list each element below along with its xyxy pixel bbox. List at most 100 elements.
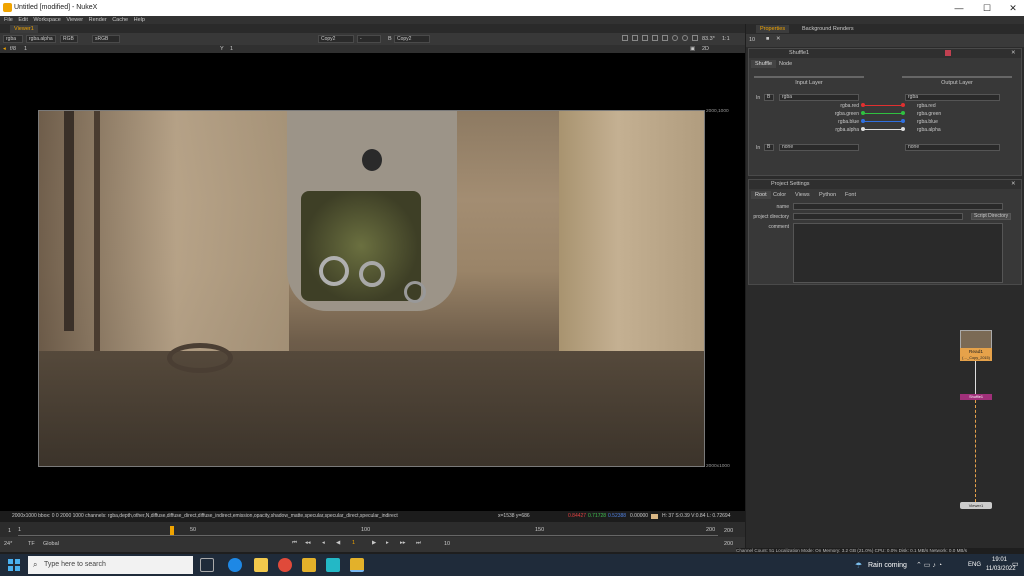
- tab-views[interactable]: Views: [791, 191, 814, 199]
- cache-icon[interactable]: [692, 35, 698, 41]
- camera-icon[interactable]: ▣: [690, 46, 695, 52]
- channel-sub-dropdown[interactable]: rgba.alpha: [26, 35, 56, 43]
- tf-field[interactable]: TF: [28, 541, 35, 547]
- node-color-icon[interactable]: [945, 50, 951, 56]
- file-explorer-icon[interactable]: [254, 558, 268, 572]
- fps-field[interactable]: 24*: [4, 541, 12, 547]
- nukex-active-icon[interactable]: [350, 558, 364, 572]
- wire-alpha[interactable]: [863, 129, 903, 130]
- clock-time[interactable]: 19:01: [992, 557, 1007, 563]
- menu-edit[interactable]: Edit: [18, 17, 27, 23]
- colorspace-dropdown[interactable]: RGB: [60, 35, 78, 43]
- zoom-label[interactable]: 83.3*: [702, 36, 715, 42]
- step-field[interactable]: 10: [444, 541, 450, 547]
- panel-close-icon[interactable]: ✕: [1011, 49, 1016, 58]
- frame-value[interactable]: 1: [24, 46, 27, 52]
- input-b-dropdown[interactable]: Copy2: [394, 35, 430, 43]
- menu-render[interactable]: Render: [89, 17, 107, 23]
- close-button[interactable]: ✕: [1000, 1, 1024, 15]
- in-dot-blue[interactable]: [861, 119, 865, 123]
- in2-layer-dropdown[interactable]: none: [779, 144, 859, 151]
- overlay-icon[interactable]: [652, 35, 658, 41]
- wire-blue[interactable]: [863, 121, 903, 122]
- in2-b-dropdown[interactable]: B: [764, 144, 774, 151]
- nuke-taskbar-icon[interactable]: [302, 558, 316, 572]
- max-panels-field[interactable]: 10: [749, 37, 755, 43]
- in-dot-alpha[interactable]: [861, 127, 865, 131]
- menu-file[interactable]: File: [4, 17, 13, 23]
- out1-layer-dropdown[interactable]: rgba: [905, 94, 1000, 101]
- tab-background-renders[interactable]: Background Renders: [798, 25, 858, 33]
- out-dot-green[interactable]: [901, 111, 905, 115]
- viewer-node[interactable]: Viewer1: [960, 502, 992, 509]
- tab-color[interactable]: Color: [769, 191, 790, 199]
- weather-icon[interactable]: ☂: [855, 561, 862, 570]
- prev-frame-icon[interactable]: ◂: [322, 540, 325, 546]
- name-field[interactable]: [793, 203, 1003, 210]
- tab-root[interactable]: Root: [751, 191, 771, 199]
- timeline-start[interactable]: 1: [8, 528, 11, 534]
- node-graph[interactable]: Read1 (…_Copy_2015) Shuffle1 Viewer1: [746, 290, 1024, 552]
- project-close-icon[interactable]: ✕: [1011, 180, 1016, 189]
- menu-help[interactable]: Help: [134, 17, 145, 23]
- wire-red[interactable]: [863, 105, 903, 106]
- language-indicator[interactable]: ENG: [968, 562, 981, 568]
- tab-properties[interactable]: Properties: [756, 25, 790, 33]
- input-a-dropdown[interactable]: Copy2: [318, 35, 354, 43]
- prev-key-icon[interactable]: ◂◂: [305, 540, 311, 546]
- lock-icon[interactable]: ■: [766, 36, 769, 42]
- next-frame-icon[interactable]: ▸: [386, 540, 389, 546]
- roi-icon[interactable]: [622, 35, 628, 41]
- range-mode[interactable]: Global: [43, 541, 59, 547]
- out-dot-alpha[interactable]: [901, 127, 905, 131]
- out-dot-red[interactable]: [901, 103, 905, 107]
- end-frame-field[interactable]: 200: [724, 541, 733, 547]
- lut-dropdown[interactable]: sRGB: [92, 35, 120, 43]
- weather-text[interactable]: Rain coming: [868, 562, 907, 569]
- windows-start-icon[interactable]: [8, 559, 20, 571]
- in-dot-green[interactable]: [861, 111, 865, 115]
- tab-viewer1[interactable]: Viewer1: [10, 25, 38, 33]
- current-frame[interactable]: 1: [352, 540, 355, 546]
- notification-icon[interactable]: ▭: [1012, 560, 1019, 568]
- out2-layer-dropdown[interactable]: none: [905, 144, 1000, 151]
- edge-icon[interactable]: [228, 558, 242, 572]
- script-directory-button[interactable]: Script Directory: [971, 213, 1011, 220]
- last-frame-icon[interactable]: ⏭: [416, 540, 421, 547]
- refresh-icon[interactable]: [682, 35, 688, 41]
- maximize-button[interactable]: ☐: [974, 1, 1000, 15]
- comment-field[interactable]: [793, 223, 1003, 283]
- timeline-end[interactable]: 200: [724, 528, 733, 534]
- shuffle-node[interactable]: Shuffle1: [960, 394, 992, 400]
- tab-node[interactable]: Node: [775, 60, 796, 68]
- play-icon[interactable]: ▶: [372, 540, 376, 546]
- in1-b-dropdown[interactable]: B: [764, 94, 774, 101]
- menu-viewer[interactable]: Viewer: [66, 17, 83, 23]
- menu-cache[interactable]: Cache: [112, 17, 128, 23]
- clipping-icon[interactable]: [632, 35, 638, 41]
- maya-icon[interactable]: [326, 558, 340, 572]
- view-mode[interactable]: 2D: [702, 46, 709, 52]
- tab-python[interactable]: Python: [815, 191, 840, 199]
- close-all-icon[interactable]: ✕: [776, 36, 781, 42]
- playhead[interactable]: [170, 526, 174, 535]
- composite-dropdown[interactable]: -: [357, 35, 381, 43]
- y-value[interactable]: 1: [230, 46, 233, 52]
- task-view-icon[interactable]: [200, 558, 214, 572]
- node-name[interactable]: Shuffle1: [789, 49, 809, 58]
- channels-dropdown[interactable]: rgba: [3, 35, 23, 43]
- first-frame-icon[interactable]: ⏮: [292, 540, 297, 547]
- menu-workspace[interactable]: Workspace: [33, 17, 60, 23]
- mask-icon[interactable]: [662, 35, 668, 41]
- timeline-ruler[interactable]: 1 50 100 150 200: [18, 526, 718, 536]
- in-dot-red[interactable]: [861, 103, 865, 107]
- frame-icon[interactable]: ◂: [3, 46, 6, 52]
- chrome-icon[interactable]: [278, 558, 292, 572]
- in1-layer-dropdown[interactable]: rgba: [779, 94, 859, 101]
- next-key-icon[interactable]: ▸▸: [400, 540, 406, 546]
- out-dot-blue[interactable]: [901, 119, 905, 123]
- tab-font[interactable]: Font: [841, 191, 860, 199]
- project-directory-field[interactable]: [793, 213, 963, 220]
- wire-green[interactable]: [863, 113, 903, 114]
- tab-shuffle[interactable]: Shuffle: [751, 60, 777, 68]
